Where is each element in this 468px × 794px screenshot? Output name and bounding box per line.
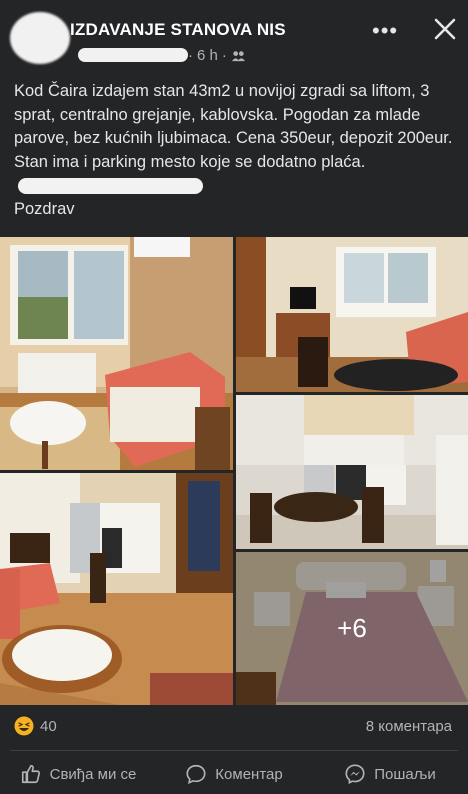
like-icon [21,764,40,784]
living-room-couch-image [0,237,233,470]
photo-bedroom[interactable]: +6 [236,552,468,705]
post-signoff: Pozdrav [14,199,75,218]
reaction-count: 40 [40,717,57,735]
photo-grid: +6 [0,237,468,705]
kitchen-table-image [236,395,468,549]
author-name-redacted[interactable] [78,48,188,62]
post-time[interactable]: 6 h [197,47,218,64]
group-privacy-icon [231,51,245,62]
photo-living-kitchen[interactable] [0,473,233,705]
like-label: Свиђа ми се [49,765,137,783]
post-text: Kod Čaira izdajem stan 43m2 u novijoj zg… [14,80,458,221]
photo-dining-tv[interactable] [236,237,468,392]
haha-reaction-icon [14,716,34,736]
more-photos-count: +6 [337,613,367,643]
post-body: Kod Čaira izdajem stan 43m2 u novijoj zg… [14,82,453,171]
comments-count[interactable]: 8 коментара [366,718,452,735]
redacted-text [18,177,203,194]
more-dots-icon[interactable]: ••• [372,18,398,44]
comment-button[interactable]: Коментар [156,756,312,792]
close-icon[interactable] [428,12,462,46]
share-label: Пошаљи [374,765,436,783]
action-bar: Свиђа ми се Коментар Пошаљи [0,756,468,792]
photo-living-room-couch[interactable] [0,237,233,470]
comment-label: Коментар [215,765,283,783]
messenger-icon [345,764,365,785]
like-button[interactable]: Свиђа ми се [0,756,156,792]
divider [10,750,458,751]
reaction-summary[interactable]: 40 [14,716,57,736]
comment-icon [186,764,206,785]
post-meta: · 6 h · [188,47,246,64]
photo-kitchen-table[interactable] [236,395,468,549]
group-name[interactable]: IZDAVANJE STANOVA NIS [70,20,286,40]
avatar[interactable] [10,12,70,64]
living-kitchen-image [0,473,233,705]
dining-tv-image [236,237,468,392]
share-button[interactable]: Пошаљи [312,756,468,792]
more-photos-overlay[interactable]: +6 [236,552,468,705]
post-header: IZDAVANJE STANOVA NIS · 6 h · ••• [0,0,468,76]
